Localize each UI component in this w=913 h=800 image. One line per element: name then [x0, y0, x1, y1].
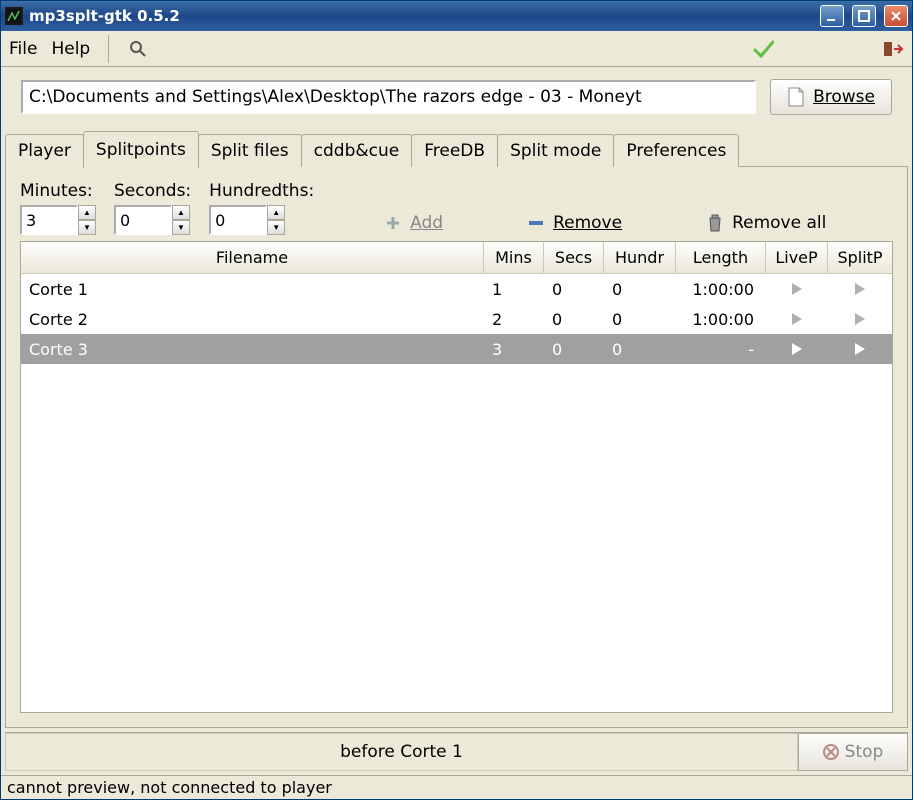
cell-filename: Corte 2	[21, 310, 484, 329]
table-row[interactable]: Corte 22001:00:00	[21, 304, 892, 334]
cell-length: 1:00:00	[676, 280, 766, 299]
hundredths-input[interactable]	[209, 205, 267, 235]
splitpoint-controls: Minutes: ▲▼ Seconds: ▲▼ Hundredths: ▲▼	[20, 181, 893, 235]
menubar: File Help	[1, 31, 912, 67]
cell-splitp[interactable]	[828, 280, 892, 299]
col-splitp[interactable]: SplitP	[828, 242, 892, 273]
remove-all-button[interactable]: Remove all	[702, 211, 830, 235]
preview-label: before Corte 1	[5, 733, 798, 771]
tab-splitpoints[interactable]: Splitpoints	[83, 131, 199, 168]
add-label: Add	[410, 213, 443, 233]
maximize-button[interactable]	[852, 5, 876, 27]
menu-separator	[108, 35, 109, 63]
close-button[interactable]	[884, 5, 908, 27]
table-row[interactable]: Corte 3300-	[21, 334, 892, 364]
cell-splitp[interactable]	[828, 310, 892, 329]
minutes-label: Minutes:	[20, 181, 96, 201]
remove-button[interactable]: Remove	[523, 211, 626, 235]
tab-strip: Player Splitpoints Split files cddb&cue …	[1, 129, 912, 166]
col-filename[interactable]: Filename	[21, 242, 484, 273]
cell-filename: Corte 3	[21, 340, 484, 359]
check-icon[interactable]	[752, 38, 774, 60]
table-row[interactable]: Corte 11001:00:00	[21, 274, 892, 304]
remove-all-label: Remove all	[732, 213, 826, 233]
zoom-icon[interactable]	[127, 38, 149, 60]
cell-length: -	[676, 340, 766, 359]
tab-player[interactable]: Player	[5, 134, 84, 167]
col-length[interactable]: Length	[676, 242, 766, 273]
trash-icon	[706, 213, 724, 233]
hundredths-up[interactable]: ▲	[267, 205, 285, 220]
splitpoints-panel: Minutes: ▲▼ Seconds: ▲▼ Hundredths: ▲▼	[5, 166, 908, 728]
remove-label: Remove	[553, 213, 622, 233]
cell-hundr: 0	[604, 310, 676, 329]
col-hundr[interactable]: Hundr	[604, 242, 676, 273]
cell-mins: 1	[484, 280, 544, 299]
seconds-spinner[interactable]: ▲▼	[114, 205, 191, 235]
seconds-label: Seconds:	[114, 181, 191, 201]
cell-secs: 0	[544, 310, 604, 329]
col-secs[interactable]: Secs	[544, 242, 604, 273]
cell-livep[interactable]	[766, 280, 828, 299]
preview-bar: before Corte 1 Stop	[5, 732, 908, 771]
hundredths-spinner[interactable]: ▲▼	[209, 205, 314, 235]
seconds-input[interactable]	[114, 205, 172, 235]
play-icon	[792, 313, 802, 325]
app-icon	[5, 7, 23, 25]
cell-mins: 3	[484, 340, 544, 359]
stop-button[interactable]: Stop	[798, 733, 908, 771]
cell-secs: 0	[544, 340, 604, 359]
hundredths-label: Hundredths:	[209, 181, 314, 201]
cell-livep[interactable]	[766, 310, 828, 329]
browse-button[interactable]: Browse	[770, 79, 892, 115]
tab-preferences[interactable]: Preferences	[613, 134, 739, 167]
minutes-spinner[interactable]: ▲▼	[20, 205, 96, 235]
minimize-button[interactable]	[820, 5, 844, 27]
menu-file[interactable]: File	[9, 39, 37, 59]
play-icon	[855, 283, 865, 295]
col-livep[interactable]: LiveP	[766, 242, 828, 273]
cell-secs: 0	[544, 280, 604, 299]
app-window: mp3splt-gtk 0.5.2 File Help	[0, 0, 913, 800]
plus-icon	[384, 214, 402, 232]
cell-hundr: 0	[604, 340, 676, 359]
cell-filename: Corte 1	[21, 280, 484, 299]
stop-icon	[823, 744, 839, 760]
splitpoints-table: Filename Mins Secs Hundr Length LiveP Sp…	[20, 241, 893, 713]
file-icon	[787, 87, 805, 107]
titlebar: mp3splt-gtk 0.5.2	[1, 1, 912, 31]
seconds-down[interactable]: ▼	[172, 220, 190, 235]
menu-help[interactable]: Help	[51, 39, 90, 59]
minutes-up[interactable]: ▲	[78, 205, 96, 220]
play-icon	[855, 343, 865, 355]
browse-label: Browse	[813, 87, 875, 107]
cell-splitp[interactable]	[828, 340, 892, 359]
path-area: Browse	[1, 67, 912, 121]
minutes-input[interactable]	[20, 205, 78, 235]
minutes-down[interactable]: ▼	[78, 220, 96, 235]
stop-label: Stop	[845, 742, 884, 762]
add-button[interactable]: Add	[380, 211, 447, 235]
exit-icon[interactable]	[882, 38, 904, 60]
hundredths-down[interactable]: ▼	[267, 220, 285, 235]
seconds-up[interactable]: ▲	[172, 205, 190, 220]
tab-freedb[interactable]: FreeDB	[411, 134, 498, 167]
play-icon	[855, 313, 865, 325]
cell-hundr: 0	[604, 280, 676, 299]
play-icon	[792, 343, 802, 355]
play-icon	[792, 283, 802, 295]
cell-mins: 2	[484, 310, 544, 329]
cell-length: 1:00:00	[676, 310, 766, 329]
table-body: Corte 11001:00:00Corte 22001:00:00Corte …	[21, 274, 892, 712]
file-path-input[interactable]	[21, 80, 756, 114]
tab-split-mode[interactable]: Split mode	[497, 134, 614, 167]
minus-icon	[527, 214, 545, 232]
tab-cddb-cue[interactable]: cddb&cue	[301, 134, 413, 167]
col-mins[interactable]: Mins	[484, 242, 544, 273]
statusbar: cannot preview, not connected to player	[1, 775, 912, 799]
tab-split-files[interactable]: Split files	[198, 134, 302, 167]
window-title: mp3splt-gtk 0.5.2	[29, 7, 812, 25]
table-header: Filename Mins Secs Hundr Length LiveP Sp…	[21, 242, 892, 274]
cell-livep[interactable]	[766, 340, 828, 359]
